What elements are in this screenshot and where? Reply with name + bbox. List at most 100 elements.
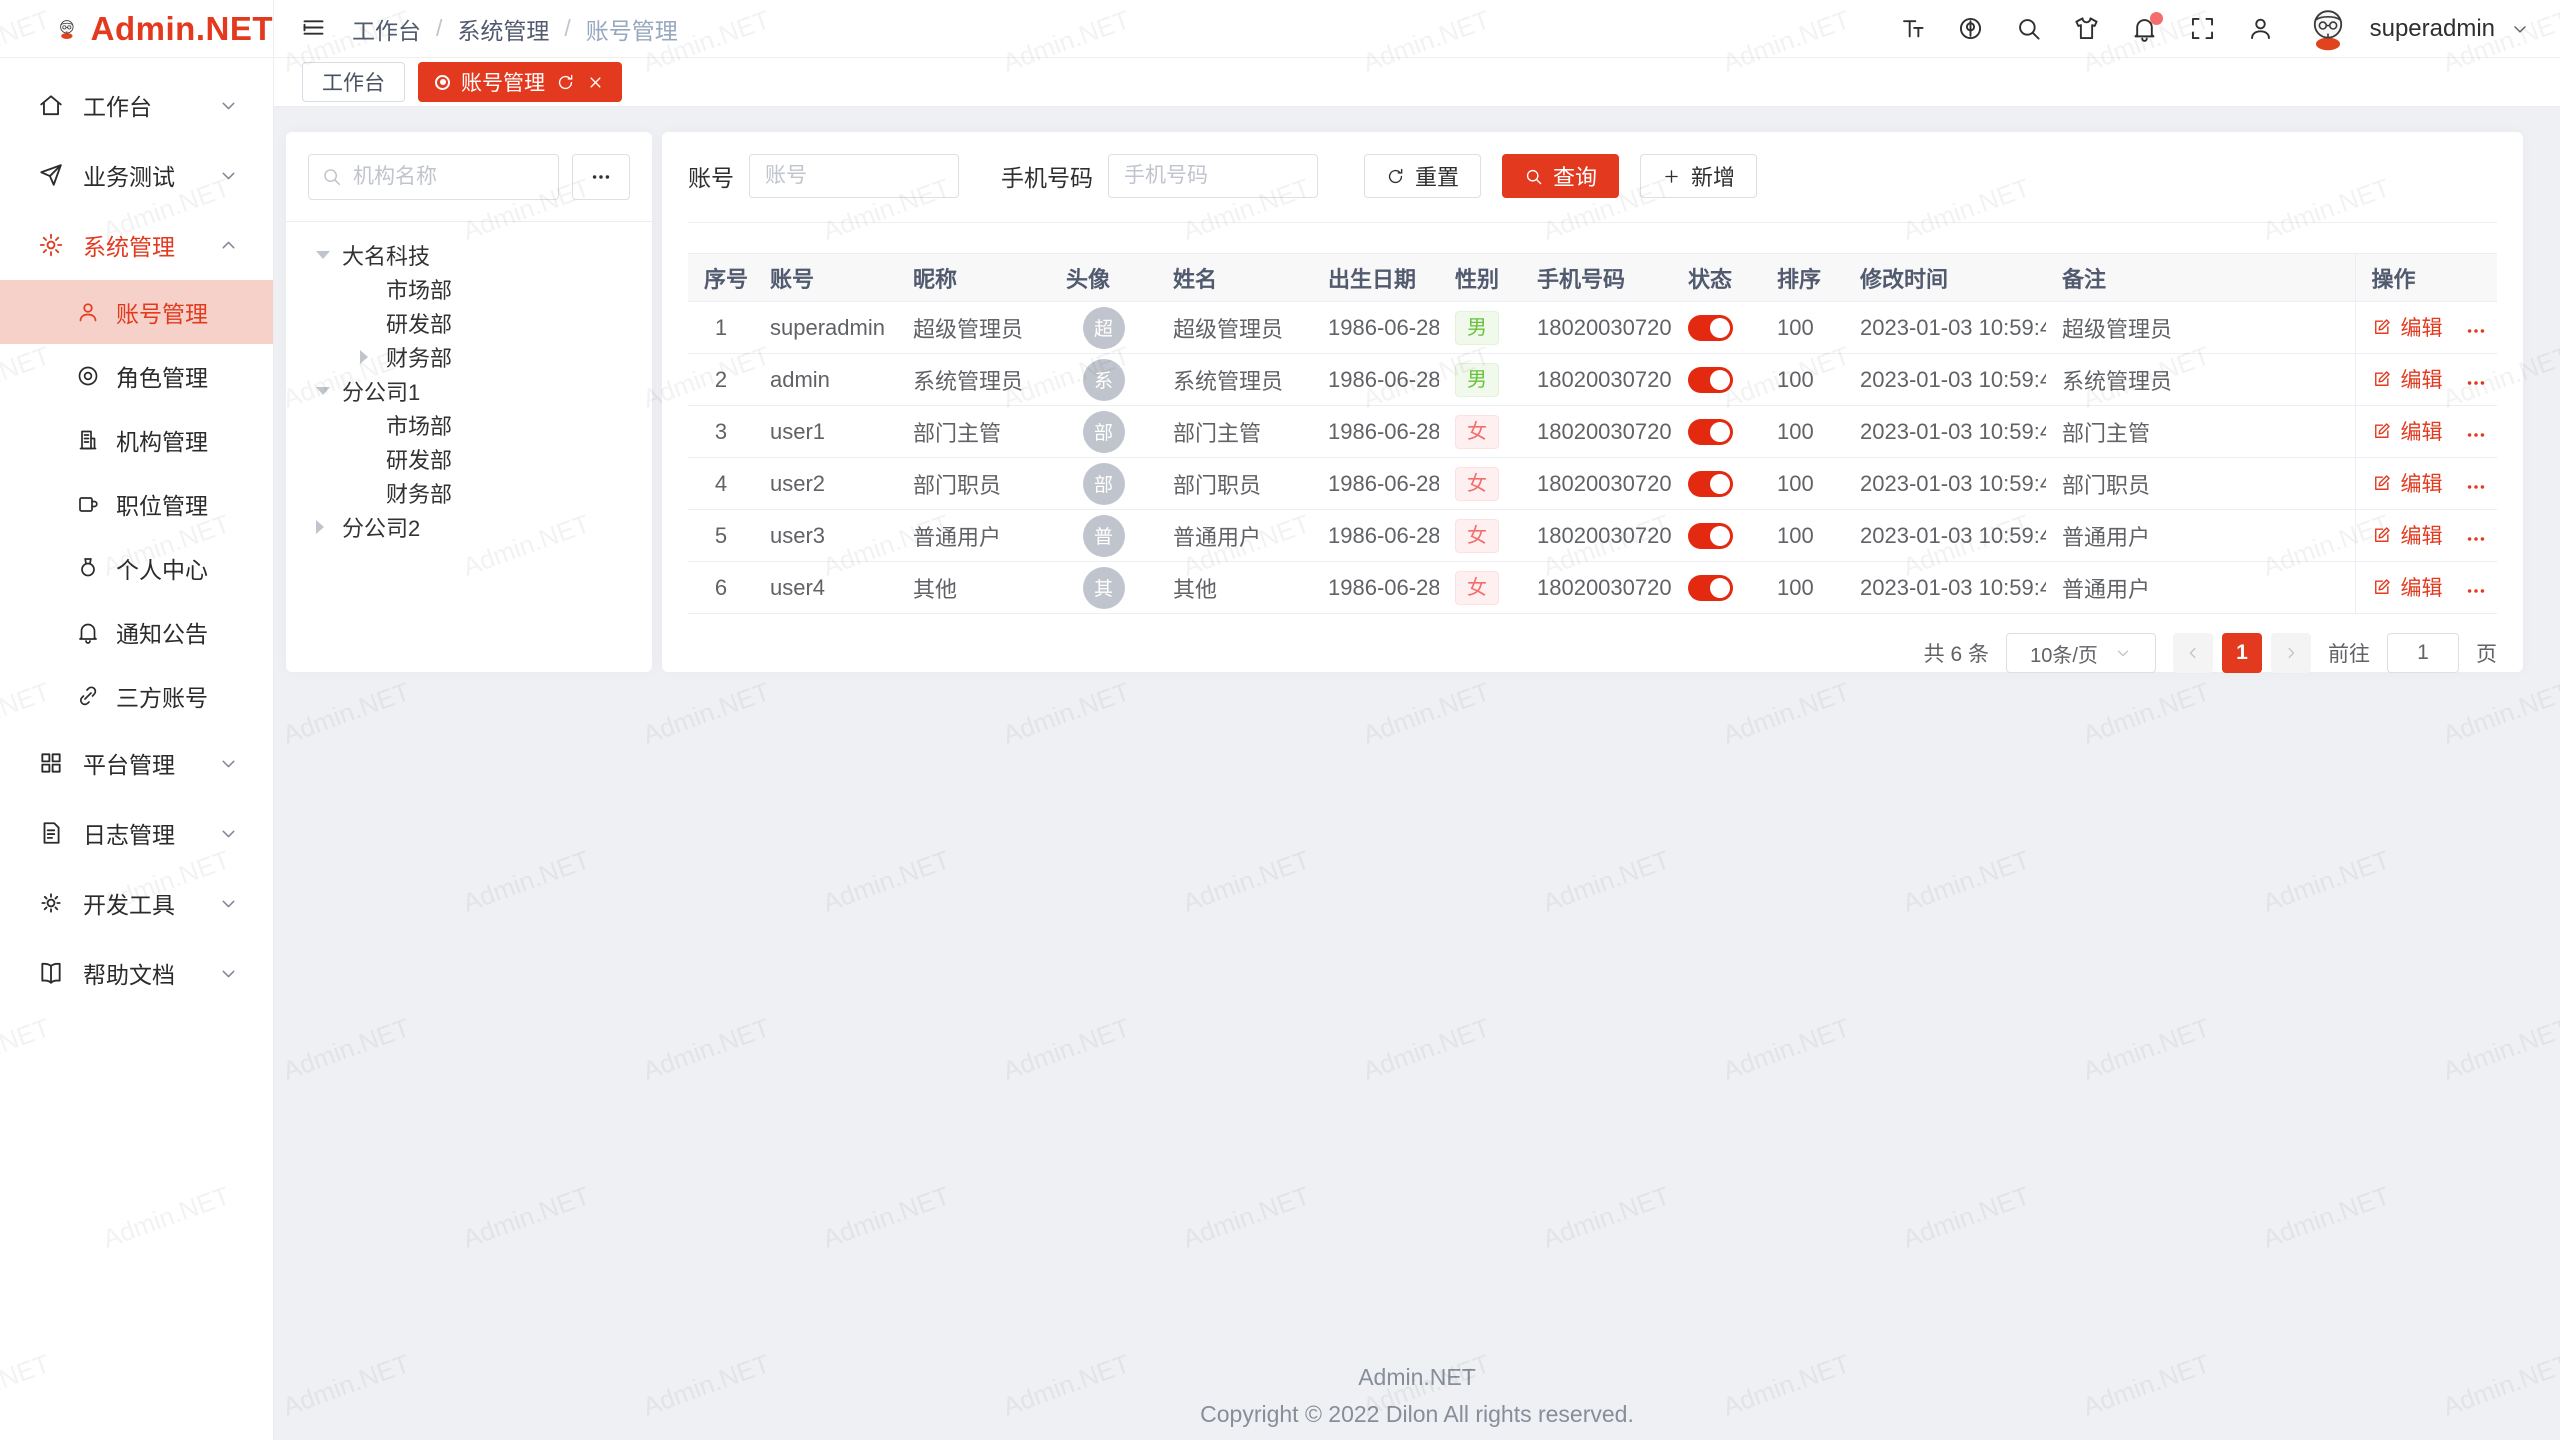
cell-index: 2 (688, 354, 754, 406)
col-sort: 排序 (1761, 254, 1844, 302)
edit-label: 编辑 (2401, 416, 2443, 446)
cell-status (1672, 354, 1761, 406)
tree-node[interactable]: 财务部 (308, 340, 630, 374)
font-size-icon[interactable] (1899, 15, 1926, 42)
sidebar-item-org-manage[interactable]: 机构管理 (0, 408, 273, 472)
edit-button[interactable]: 编辑 (2372, 468, 2443, 498)
tree-node-label: 研发部 (386, 307, 452, 339)
dots-icon[interactable] (2465, 320, 2487, 342)
page-size-select[interactable]: 10条/页 (2006, 633, 2156, 673)
home-icon (38, 92, 64, 118)
chevron-down-icon (2114, 644, 2132, 662)
cell-status (1672, 458, 1761, 510)
org-search-input[interactable] (308, 154, 559, 200)
page-size-value: 10条/页 (2030, 639, 2098, 668)
tree-node[interactable]: 大名科技 (308, 238, 630, 272)
sidebar-item-system-manage[interactable]: 系统管理 (0, 210, 273, 280)
tree-node[interactable]: 研发部 (308, 442, 630, 476)
query-bar: 账号 手机号码 重置 查询 新增 (688, 132, 2497, 223)
sidebar-item-notice[interactable]: 通知公告 (0, 600, 273, 664)
language-icon[interactable] (1957, 15, 1984, 42)
caret-right-icon[interactable] (360, 350, 386, 364)
cell-birth-date: 1986-06-28 (1312, 458, 1439, 510)
next-page-button[interactable] (2271, 633, 2311, 673)
refresh-icon[interactable] (556, 73, 575, 92)
sidebar-item-account-manage[interactable]: 账号管理 (0, 280, 273, 344)
status-toggle[interactable] (1688, 523, 1733, 549)
cell-actions: 编辑 (2355, 510, 2497, 562)
sidebar-item-help-docs[interactable]: 帮助文档 (0, 938, 273, 1008)
sidebar-item-workbench[interactable]: 工作台 (0, 70, 273, 140)
topbar-actions: superadmin (1899, 6, 2530, 52)
logo[interactable]: Admin.NET (0, 0, 273, 58)
footer-copyright: Copyright © 2022 Dilon All rights reserv… (274, 1401, 2560, 1428)
sidebar-item-position-manage[interactable]: 职位管理 (0, 472, 273, 536)
phone-input[interactable] (1108, 154, 1318, 198)
edit-label: 编辑 (2401, 572, 2443, 602)
account-input[interactable] (749, 154, 959, 198)
goto-page-input[interactable] (2387, 633, 2459, 673)
tab-label: 工作台 (322, 67, 385, 97)
caret-down-icon[interactable] (316, 387, 342, 395)
prev-page-button[interactable] (2173, 633, 2213, 673)
tree-node[interactable]: 市场部 (308, 408, 630, 442)
person-icon[interactable] (2247, 15, 2274, 42)
sidebar-item-dev-tools[interactable]: 开发工具 (0, 868, 273, 938)
search-icon[interactable] (2015, 15, 2042, 42)
cell-gender: 女 (1439, 562, 1521, 614)
menu-label: 机构管理 (116, 423, 208, 457)
menu-label: 开发工具 (83, 886, 175, 920)
edit-button[interactable]: 编辑 (2372, 312, 2443, 342)
dots-icon[interactable] (2465, 528, 2487, 550)
dots-icon[interactable] (2465, 424, 2487, 446)
tab-workbench[interactable]: 工作台 (302, 62, 405, 102)
tree-node[interactable]: 研发部 (308, 306, 630, 340)
dots-icon[interactable] (2465, 372, 2487, 394)
breadcrumb-item: 账号管理 (586, 12, 678, 46)
user-avatar[interactable] (2305, 6, 2351, 52)
edit-button[interactable]: 编辑 (2372, 364, 2443, 394)
avatar: 系 (1083, 359, 1125, 401)
dots-icon[interactable] (2465, 580, 2487, 602)
fullscreen-icon[interactable] (2189, 15, 2216, 42)
edit-button[interactable]: 编辑 (2372, 520, 2443, 550)
edit-button[interactable]: 编辑 (2372, 572, 2443, 602)
reset-button[interactable]: 重置 (1364, 154, 1481, 198)
caret-right-icon[interactable] (316, 520, 342, 534)
cell-remark: 普通用户 (2046, 510, 2355, 562)
tree-more-button[interactable] (572, 154, 630, 200)
search-button[interactable]: 查询 (1502, 154, 1619, 198)
tree-node[interactable]: 财务部 (308, 476, 630, 510)
page-1-button[interactable]: 1 (2222, 633, 2262, 673)
link-icon (76, 684, 100, 708)
sidebar-item-platform-manage[interactable]: 平台管理 (0, 728, 273, 798)
tree-node[interactable]: 分公司2 (308, 510, 630, 544)
tree-node[interactable]: 市场部 (308, 272, 630, 306)
notifications-button[interactable] (2131, 15, 2158, 42)
status-toggle[interactable] (1688, 471, 1733, 497)
breadcrumb-item[interactable]: 系统管理 (457, 12, 549, 46)
sidebar-item-role-manage[interactable]: 角色管理 (0, 344, 273, 408)
add-button[interactable]: 新增 (1640, 154, 1757, 198)
tree-node[interactable]: 分公司1 (308, 374, 630, 408)
collapse-menu-icon[interactable] (300, 14, 327, 41)
status-toggle[interactable] (1688, 575, 1733, 601)
status-toggle[interactable] (1688, 419, 1733, 445)
chevron-down-icon[interactable] (2510, 19, 2530, 39)
theme-icon[interactable] (2073, 15, 2100, 42)
gender-badge: 男 (1455, 363, 1499, 397)
sidebar-item-business-test[interactable]: 业务测试 (0, 140, 273, 210)
caret-down-icon[interactable] (316, 251, 342, 259)
sidebar-item-personal-center[interactable]: 个人中心 (0, 536, 273, 600)
status-toggle[interactable] (1688, 315, 1733, 341)
edit-button[interactable]: 编辑 (2372, 416, 2443, 446)
status-toggle[interactable] (1688, 367, 1733, 393)
username[interactable]: superadmin (2370, 15, 2495, 43)
sidebar-item-log-manage[interactable]: 日志管理 (0, 798, 273, 868)
tab-account-manage[interactable]: 账号管理 (418, 62, 622, 102)
sidebar-item-third-account[interactable]: 三方账号 (0, 664, 273, 728)
breadcrumb-item[interactable]: 工作台 (352, 12, 421, 46)
cell-phone: 18020030720 (1521, 406, 1672, 458)
dots-icon[interactable] (2465, 476, 2487, 498)
close-icon[interactable] (586, 73, 605, 92)
